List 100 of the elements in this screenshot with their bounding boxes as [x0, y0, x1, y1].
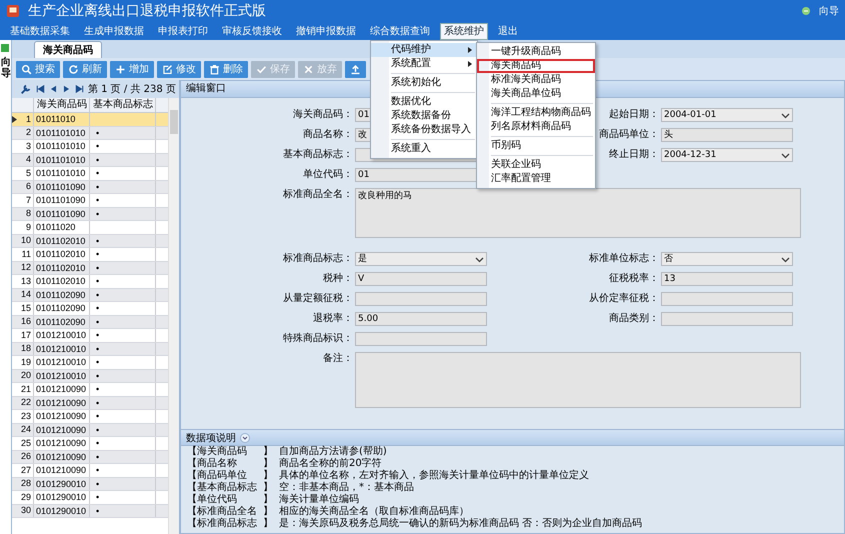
table-cell: • [90, 356, 156, 368]
table-row[interactable]: 2 0101101010 • [12, 126, 168, 140]
table-row[interactable]: 10 0101102010 • [12, 234, 168, 248]
menu-item[interactable]: 海洋工程结构物商品码 [477, 106, 595, 120]
menu-item[interactable]: 数据优化 [371, 95, 477, 109]
table-cell: 0101101010 [34, 126, 90, 139]
table-cell: 0101102010 [34, 262, 90, 274]
text-field[interactable]: V [355, 272, 487, 286]
text-field[interactable]: 5.00 [355, 312, 487, 326]
row-number: 24 [20, 423, 31, 436]
table-row[interactable]: 24 0101210090 • [12, 424, 168, 437]
menu-item[interactable]: 海关商品单位码 [477, 87, 595, 101]
table-cell: • [90, 342, 156, 355]
help-bracket: 】 [263, 458, 274, 470]
dropdown-field[interactable]: 是 [355, 252, 487, 266]
menu-item[interactable]: 列名原材料商品码 [477, 120, 595, 134]
table-row[interactable]: 26 0101210090 • [12, 450, 168, 464]
row-number: 12 [20, 261, 31, 274]
help-label: 【海关商品码 [187, 446, 248, 458]
table-cell: • [90, 329, 156, 342]
table-cell: • [90, 262, 156, 274]
table-row[interactable]: 18 0101210010 • [12, 342, 168, 356]
menu-item[interactable]: 代码维护 [371, 43, 477, 57]
last-page-icon[interactable] [75, 84, 84, 94]
table-row[interactable]: 8 0101101090 • [12, 208, 168, 221]
menu-item[interactable]: 系统维护 [440, 22, 488, 40]
table-cell: 0101210010 [34, 329, 90, 342]
text-field[interactable]: 13 [661, 272, 793, 286]
help-text: 自加商品方法请参(帮助) [279, 446, 388, 458]
text-field[interactable] [355, 292, 487, 306]
table-cell: 0101210090 [34, 450, 90, 463]
table-row[interactable]: 6 0101101090 • [12, 180, 168, 194]
menu-item[interactable]: 币别码 [477, 139, 595, 153]
toolbar-button[interactable]: 修改 [157, 60, 201, 78]
menu-item[interactable]: 基础数据采集 [6, 22, 74, 40]
dropdown-field[interactable]: 2004-12-31 [661, 148, 793, 162]
row-number: 21 [20, 382, 31, 396]
table-row[interactable]: 22 0101210090 • [12, 396, 168, 410]
tab[interactable]: 海关商品码 [34, 41, 102, 58]
menu-item[interactable]: 撤销申报数据 [292, 22, 360, 40]
table-row[interactable]: 4 0101101010 • [12, 154, 168, 167]
table-row[interactable]: 20 0101210010 • [12, 370, 168, 383]
toolbar-button[interactable] [345, 60, 366, 78]
menu-item[interactable]: 系统重入 [371, 142, 477, 156]
toolbar-button[interactable]: 增加 [110, 60, 154, 78]
table-row[interactable]: 1 01011010 [12, 113, 168, 126]
table-row[interactable]: 14 0101102090 • [12, 288, 168, 302]
field-label: 标准单位标志： [589, 252, 660, 266]
row-number: 9 [26, 220, 31, 234]
side-tab[interactable]: 向导 [1, 57, 11, 79]
guide-link[interactable]: 向导 [819, 4, 839, 18]
wrench-icon[interactable] [20, 83, 32, 95]
table-cell: 01011020 [34, 221, 90, 234]
text-area[interactable]: 改良种用的马 [355, 188, 801, 238]
collapse-icon[interactable] [240, 432, 250, 442]
text-field[interactable] [661, 292, 793, 306]
table-cell: 01011010 [34, 113, 90, 126]
chevron-down-icon [475, 256, 484, 262]
first-page-icon[interactable] [36, 84, 45, 94]
previous-icon[interactable] [49, 84, 58, 94]
menu-item[interactable]: 生成申报数据 [80, 22, 148, 40]
chevron-down-icon [781, 112, 790, 118]
menu-item[interactable]: 退出 [494, 22, 522, 40]
row-number: 27 [20, 464, 31, 477]
scrollbar[interactable] [168, 98, 179, 534]
toolbar-button[interactable]: 刷新 [63, 60, 107, 78]
menu-item[interactable]: 系统备份数据导入 [371, 123, 477, 137]
chevron-down-icon [781, 152, 790, 158]
table-row[interactable]: 12 0101102010 • [12, 262, 168, 275]
table-cell: 0101102090 [34, 316, 90, 328]
help-bracket: 】 [263, 482, 274, 494]
text-field[interactable]: 头 [661, 128, 793, 142]
dropdown-field[interactable]: 2004-01-01 [661, 108, 793, 122]
menu-item[interactable]: 一键升级商品码 [477, 45, 595, 59]
table-cell: • [90, 208, 156, 220]
text-field[interactable] [661, 312, 793, 326]
text-field[interactable] [355, 332, 487, 346]
menu-item[interactable]: 申报表打印 [154, 22, 212, 40]
table-row[interactable]: 16 0101102090 • [12, 316, 168, 329]
table-row[interactable]: 30 0101290010 • [12, 504, 168, 518]
toolbar-button[interactable]: 删除 [204, 60, 248, 78]
table-cell: 0101101010 [34, 154, 90, 166]
guide-icon[interactable] [801, 6, 811, 16]
row-number: 8 [26, 207, 31, 220]
pencil-square-icon [162, 64, 173, 74]
menu-item[interactable]: 系统数据备份 [371, 109, 477, 123]
menu-item[interactable]: 审核反馈接收 [218, 22, 286, 40]
menu-item[interactable]: 系统配置 [371, 57, 477, 71]
column-header[interactable]: 基本商品标志 [90, 98, 156, 112]
dropdown-field[interactable]: 否 [661, 252, 793, 266]
table-cell: 0101102090 [34, 302, 90, 314]
table-row[interactable]: 28 0101290010 • [12, 478, 168, 491]
toolbar-button[interactable]: 搜索 [16, 60, 60, 78]
help-label: 【标准商品标志 [187, 518, 258, 530]
help-label: 【基本商品标志 [187, 482, 258, 494]
menu-item[interactable]: 综合数据查询 [366, 22, 434, 40]
table-cell: 0101210010 [34, 356, 90, 368]
next-icon[interactable] [62, 84, 71, 94]
column-header[interactable]: 海关商品码 [34, 98, 90, 112]
table-cell: • [90, 410, 156, 422]
